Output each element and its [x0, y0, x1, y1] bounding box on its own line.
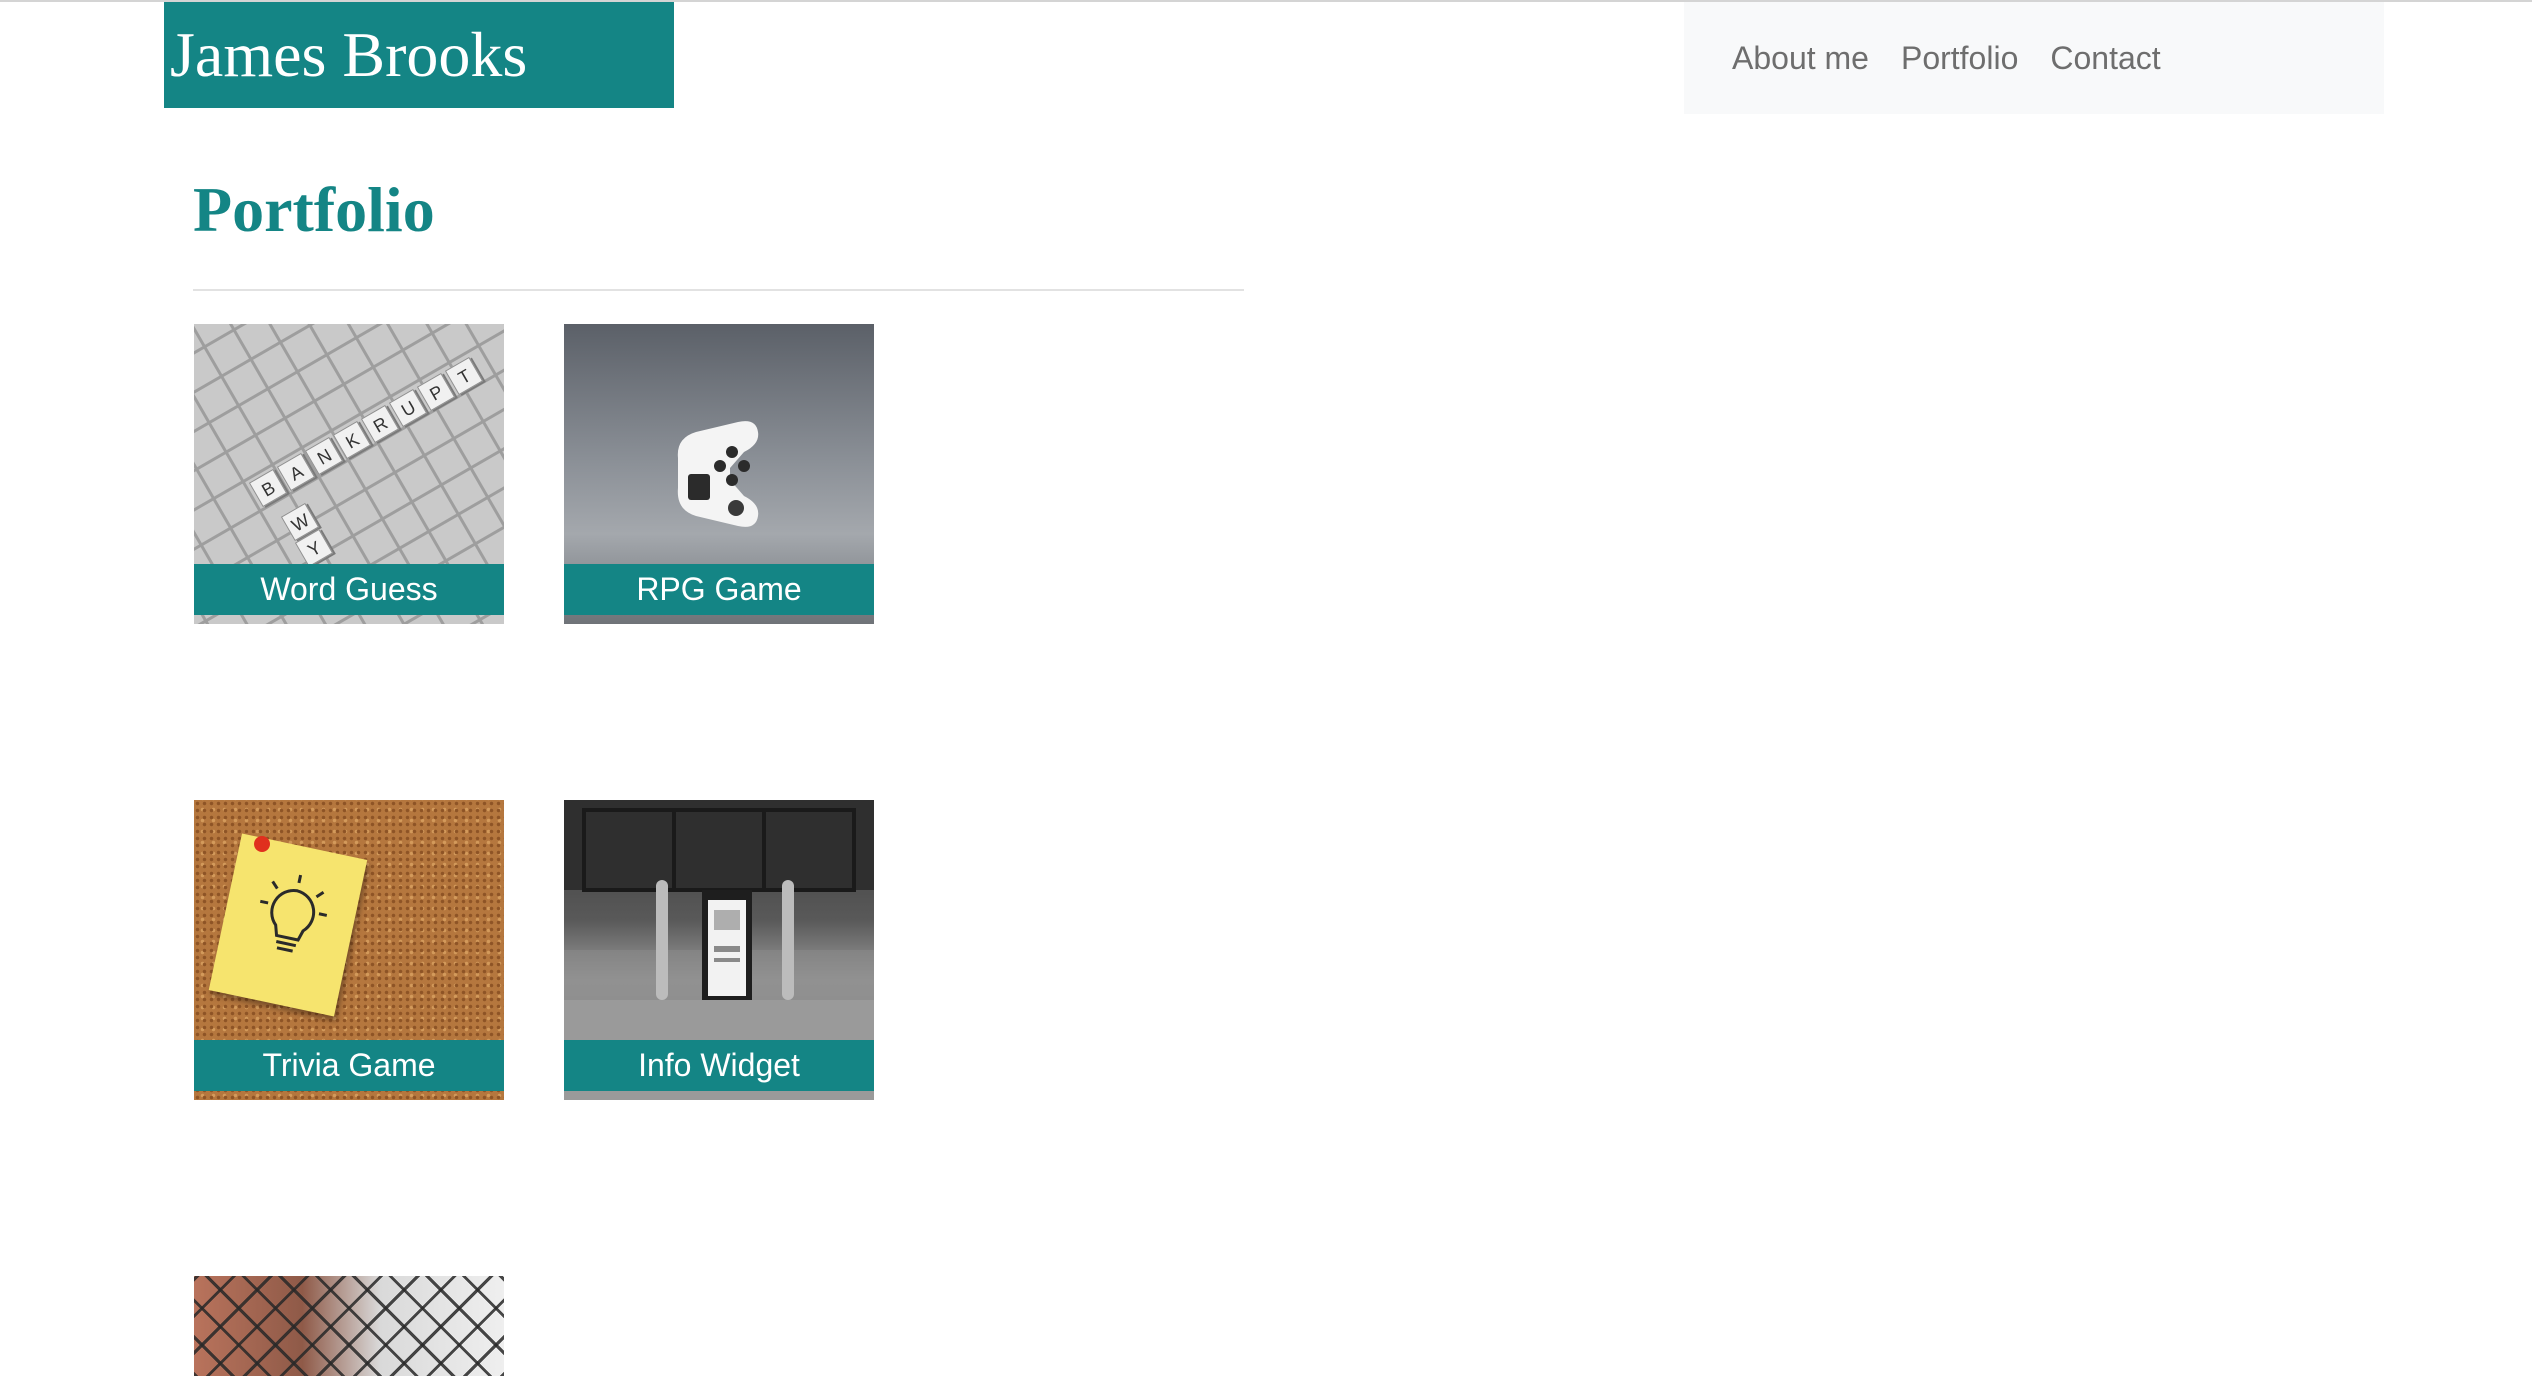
fence-image	[194, 1276, 504, 1376]
project-card-trivia-game[interactable]: Trivia Game	[194, 800, 504, 1100]
title-divider	[193, 289, 1244, 291]
brand-title[interactable]: James Brooks	[164, 2, 674, 108]
nav-link-about-me[interactable]: About me	[1732, 40, 1869, 77]
project-label: Trivia Game	[194, 1040, 504, 1091]
project-label: Info Widget	[564, 1040, 874, 1091]
project-card-rpg-game[interactable]: RPG Game	[564, 324, 874, 624]
nav-link-contact[interactable]: Contact	[2050, 40, 2160, 77]
project-card-info-widget[interactable]: Info Widget	[564, 800, 874, 1100]
project-card-word-guess[interactable]: B A N K R U P T W Y Word Guess	[194, 324, 504, 624]
project-card-partial[interactable]	[194, 1276, 504, 1376]
main-nav: About me Portfolio Contact	[1684, 2, 2384, 114]
project-label: RPG Game	[564, 564, 874, 615]
page-title: Portfolio	[193, 174, 435, 245]
project-label: Word Guess	[194, 564, 504, 615]
nav-link-portfolio[interactable]: Portfolio	[1901, 40, 2018, 77]
